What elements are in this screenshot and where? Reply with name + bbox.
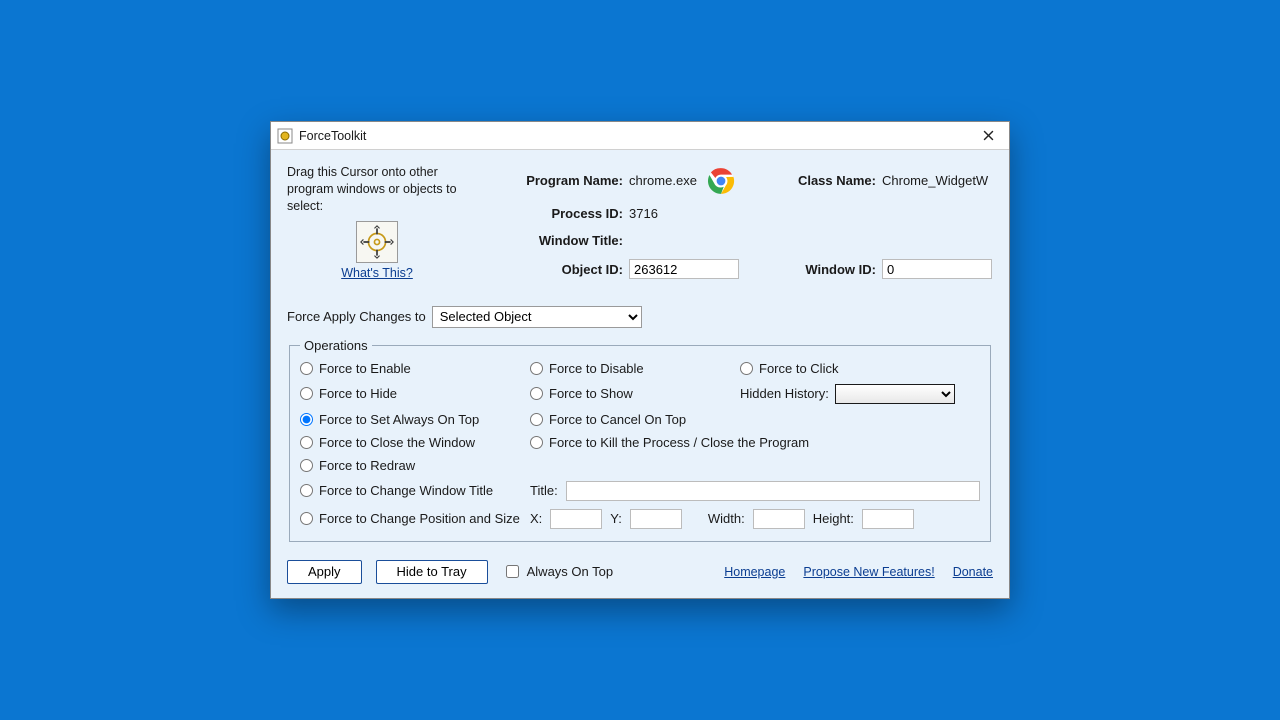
radio-force-enable[interactable]: Force to Enable bbox=[300, 361, 530, 376]
app-icon bbox=[277, 128, 293, 144]
apply-button[interactable]: Apply bbox=[287, 560, 362, 584]
label-class-name: Class Name: bbox=[746, 173, 876, 188]
window-id-field[interactable] bbox=[882, 259, 992, 279]
value-process-id: 3716 bbox=[629, 206, 740, 221]
label-object-id: Object ID: bbox=[483, 262, 623, 277]
width-field[interactable] bbox=[753, 509, 805, 529]
value-class-name: Chrome_WidgetW bbox=[882, 173, 993, 188]
propose-features-link[interactable]: Propose New Features! bbox=[803, 565, 934, 579]
always-on-top-checkbox[interactable]: Always On Top bbox=[502, 562, 613, 581]
crosshair-icon bbox=[360, 225, 394, 259]
close-icon bbox=[983, 130, 994, 141]
radio-change-pos-size[interactable]: Force to Change Position and Size bbox=[300, 511, 530, 526]
radio-cancel-on-top[interactable]: Force to Cancel On Top bbox=[530, 412, 740, 427]
object-id-field[interactable] bbox=[629, 259, 739, 279]
drag-instruction-block: Drag this Cursor onto other program wind… bbox=[287, 164, 467, 282]
label-process-id: Process ID: bbox=[483, 206, 623, 221]
operations-group: Operations Force to Enable Force to Disa… bbox=[289, 338, 991, 542]
radio-close-window[interactable]: Force to Close the Window bbox=[300, 435, 530, 450]
y-label: Y: bbox=[610, 511, 622, 526]
radio-kill-process[interactable]: Force to Kill the Process / Close the Pr… bbox=[530, 435, 980, 450]
hidden-history-label: Hidden History: bbox=[740, 386, 829, 401]
x-field[interactable] bbox=[550, 509, 602, 529]
radio-always-on-top[interactable]: Force to Set Always On Top bbox=[300, 412, 530, 427]
label-window-id: Window ID: bbox=[746, 262, 876, 277]
donate-link[interactable]: Donate bbox=[953, 565, 993, 579]
radio-force-show[interactable]: Force to Show bbox=[530, 386, 740, 401]
label-window-title: Window Title: bbox=[483, 233, 623, 248]
value-program-name: chrome.exe bbox=[629, 173, 697, 188]
y-field[interactable] bbox=[630, 509, 682, 529]
title-field-label: Title: bbox=[530, 483, 558, 498]
width-label: Width: bbox=[708, 511, 745, 526]
window-title: ForceToolkit bbox=[299, 129, 366, 143]
apply-to-label: Force Apply Changes to bbox=[287, 309, 426, 324]
hidden-history-select[interactable] bbox=[835, 384, 955, 404]
radio-redraw[interactable]: Force to Redraw bbox=[300, 458, 530, 473]
info-grid: Program Name: chrome.exe Class Name: Chr… bbox=[483, 164, 993, 282]
close-button[interactable] bbox=[973, 122, 1003, 150]
drag-instruction-text: Drag this Cursor onto other program wind… bbox=[287, 164, 467, 215]
app-window: ForceToolkit Drag this Cursor onto other… bbox=[270, 121, 1010, 599]
hide-to-tray-button[interactable]: Hide to Tray bbox=[376, 560, 488, 584]
label-program-name: Program Name: bbox=[483, 173, 623, 188]
chrome-icon bbox=[707, 167, 735, 195]
homepage-link[interactable]: Homepage bbox=[724, 565, 785, 579]
x-label: X: bbox=[530, 511, 542, 526]
radio-force-disable[interactable]: Force to Disable bbox=[530, 361, 740, 376]
drag-cursor-target[interactable] bbox=[356, 221, 398, 263]
whats-this-link[interactable]: What's This? bbox=[341, 266, 413, 280]
radio-change-title[interactable]: Force to Change Window Title bbox=[300, 483, 530, 498]
titlebar: ForceToolkit bbox=[271, 122, 1009, 150]
radio-force-hide[interactable]: Force to Hide bbox=[300, 386, 530, 401]
radio-force-click[interactable]: Force to Click bbox=[740, 361, 980, 376]
height-field[interactable] bbox=[862, 509, 914, 529]
apply-to-select[interactable]: Selected Object bbox=[432, 306, 642, 328]
title-field[interactable] bbox=[566, 481, 980, 501]
operations-legend: Operations bbox=[300, 338, 372, 353]
height-label: Height: bbox=[813, 511, 854, 526]
